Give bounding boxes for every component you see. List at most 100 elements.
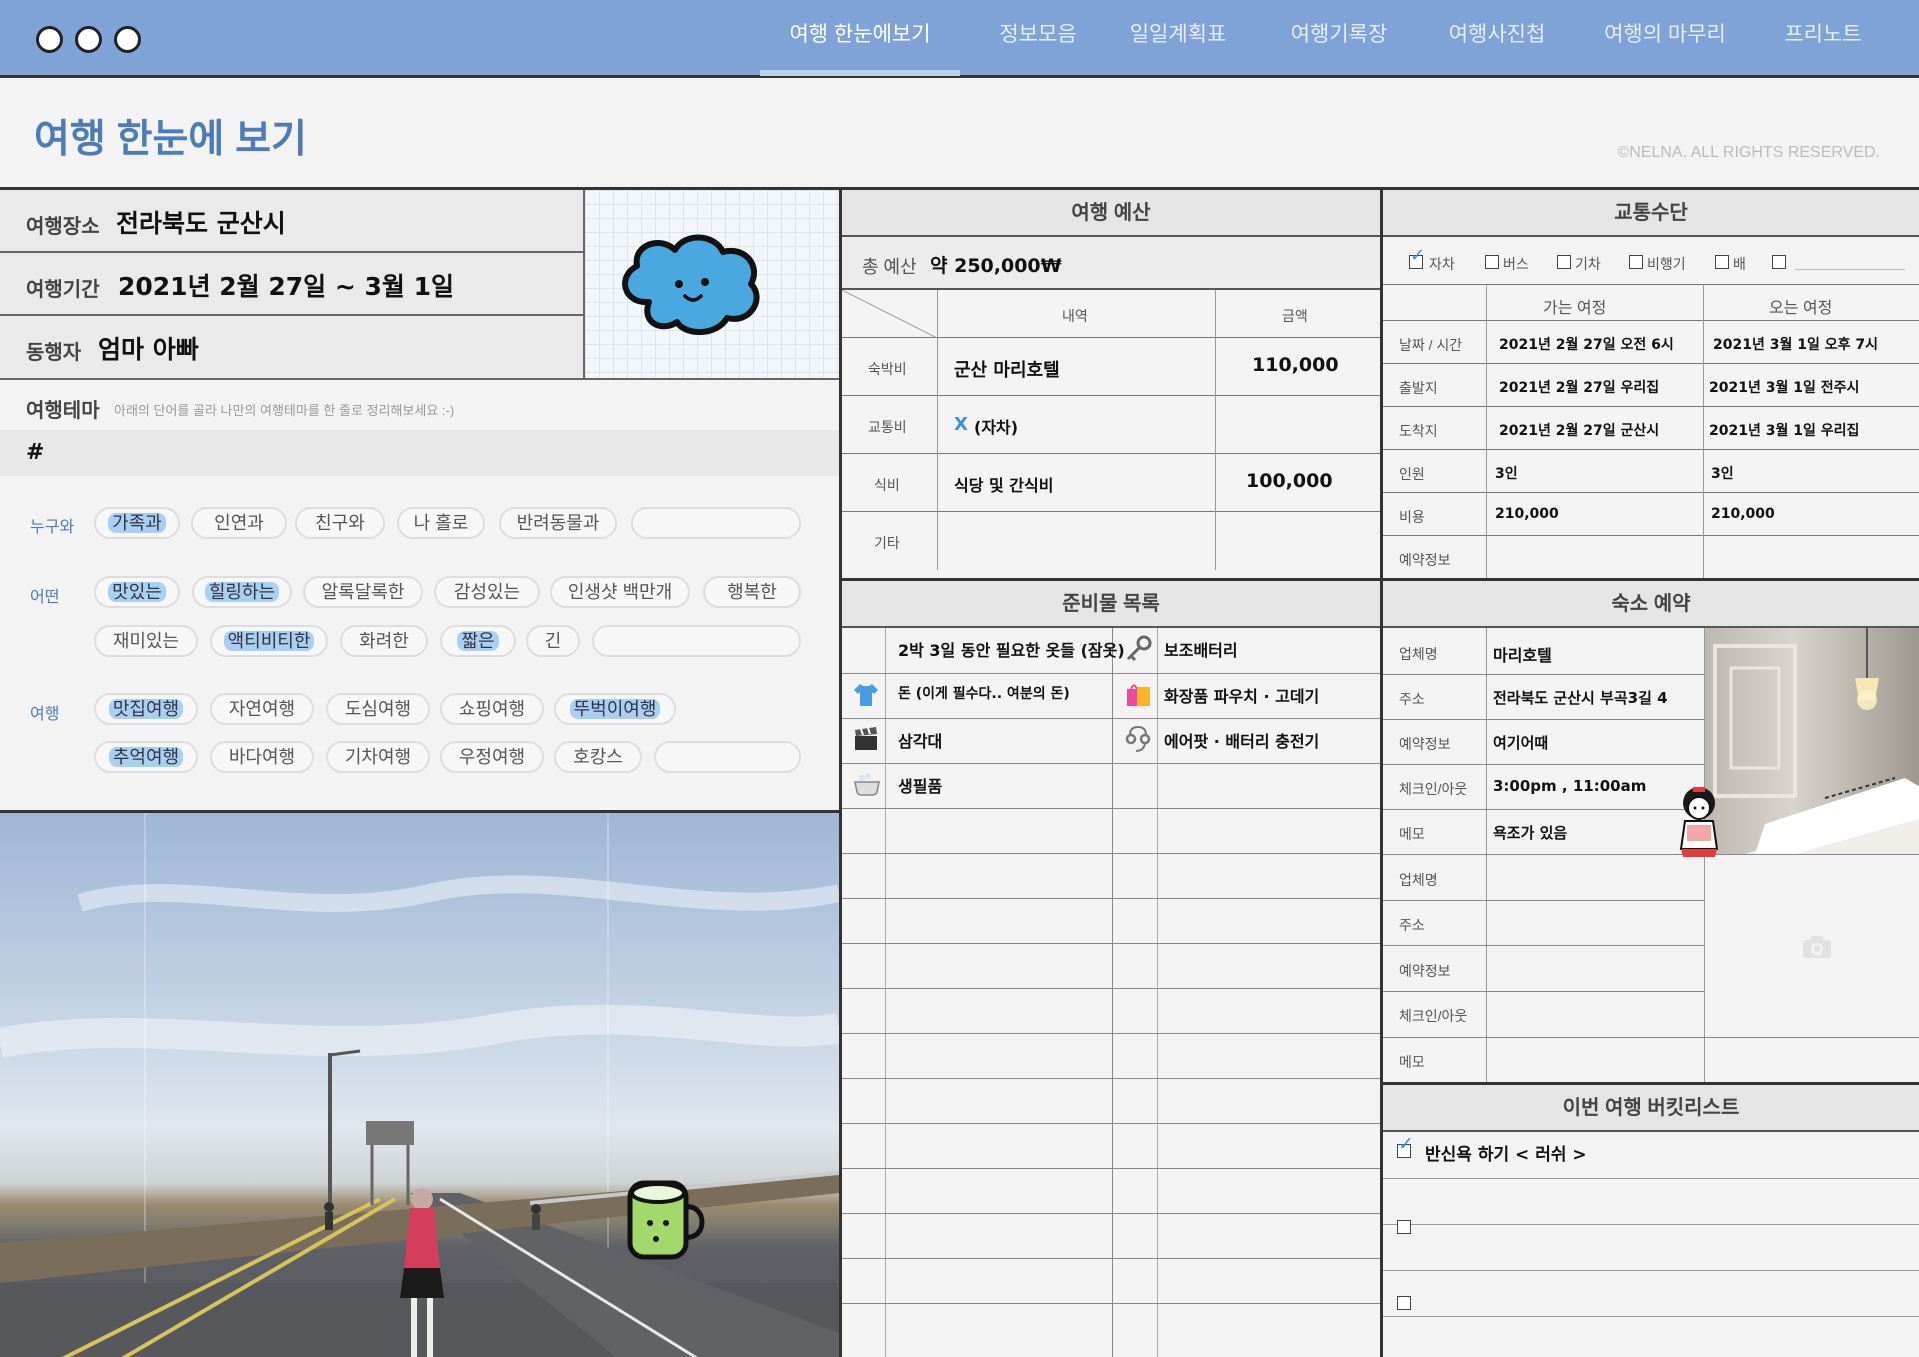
transport-row: 날짜 / 시간 2021년 2월 27일 오전 6시 2021년 3월 1일 오… — [1383, 321, 1919, 364]
transport-row-label: 인원 — [1399, 466, 1425, 482]
supply-item[interactable]: 생필품 — [898, 773, 942, 797]
budget-total-value[interactable]: 약 250,000₩ — [930, 251, 1062, 278]
transport-go-value[interactable]: 210,000 — [1495, 506, 1559, 522]
transport-return-value[interactable]: 2021년 3월 1일 우리집 — [1709, 420, 1859, 440]
other-input-line[interactable] — [1795, 269, 1905, 270]
chip[interactable]: 쇼핑여행 — [440, 693, 544, 725]
checkbox-train[interactable] — [1557, 255, 1571, 269]
period-label: 여행기간 — [26, 279, 100, 301]
chip-walking-trip[interactable]: 뚜벅이여행 — [554, 693, 676, 725]
chip[interactable]: 화려한 — [340, 625, 428, 657]
budget-row-item[interactable]: 식당 및 간식비 — [954, 472, 1053, 496]
window-control-3[interactable] — [114, 26, 141, 53]
bucket-item[interactable]: 반신욕 하기 < 러쉬 > — [1425, 1140, 1587, 1165]
chip-tasty[interactable]: 맛있는 — [94, 576, 180, 608]
budget-row-item[interactable]: 군산 마리호텔 — [954, 356, 1060, 382]
chip[interactable]: 알록달록한 — [303, 576, 423, 608]
transport-return-value[interactable]: 2021년 3월 1일 전주시 — [1709, 377, 1859, 397]
chip-blank[interactable] — [592, 625, 801, 657]
lodging-label: 주소 — [1399, 691, 1425, 707]
tab-free-note[interactable]: 프리노트 — [1768, 18, 1878, 48]
chip[interactable]: 우정여행 — [440, 741, 544, 773]
chip[interactable]: 긴 — [526, 625, 580, 657]
chip-healing[interactable]: 힐링하는 — [192, 576, 292, 608]
checkbox-other[interactable] — [1772, 255, 1786, 269]
budget-row-item[interactable]: (자차) — [974, 414, 1018, 438]
theme-summary-field[interactable]: # — [0, 430, 839, 476]
checkbox-plane[interactable] — [1629, 255, 1643, 269]
tab-wrap-up[interactable]: 여행의 마무리 — [1592, 18, 1738, 48]
chip[interactable]: 기차여행 — [326, 741, 430, 773]
transport-go-value[interactable]: 2021년 2월 27일 우리집 — [1499, 377, 1659, 397]
window-control-1[interactable] — [36, 26, 63, 53]
girl-sticker-icon — [1675, 783, 1725, 859]
chip[interactable]: 감성있는 — [434, 576, 540, 608]
companion-value[interactable]: 엄마 아빠 — [98, 330, 199, 366]
lodging-value[interactable]: 욕조가 있음 — [1493, 822, 1567, 843]
transport-return-value[interactable]: 2021년 3월 1일 오후 7시 — [1713, 334, 1878, 354]
lodging-value[interactable]: 3:00pm , 11:00am — [1493, 777, 1646, 795]
chip[interactable]: 나 홀로 — [397, 507, 485, 539]
transport-return-value[interactable]: 210,000 — [1711, 506, 1775, 522]
tab-info[interactable]: 정보모음 — [978, 18, 1098, 48]
place-value[interactable]: 전라북도 군산시 — [116, 204, 286, 240]
supply-item[interactable]: 삼각대 — [898, 728, 942, 752]
chip[interactable]: 친구와 — [295, 507, 385, 539]
bucket-checkbox[interactable] — [1397, 1220, 1411, 1234]
tab-photo-album[interactable]: 여행사진첩 — [1432, 18, 1562, 48]
budget-row-amount[interactable]: 100,000 — [1246, 470, 1333, 492]
budget-row: 기타 — [842, 512, 1380, 570]
chip[interactable]: 인연과 — [191, 507, 287, 539]
lodging-value[interactable]: 여기어때 — [1493, 732, 1548, 753]
transport-return-value[interactable]: 3인 — [1711, 463, 1734, 483]
chip[interactable]: 도심여행 — [326, 693, 430, 725]
tab-travel-journal[interactable]: 여행기록장 — [1274, 18, 1404, 48]
transport-go-value[interactable]: 2021년 2월 27일 군산시 — [1499, 420, 1659, 440]
supply-item[interactable]: 보조배터리 — [1164, 637, 1238, 661]
chip-blank[interactable] — [654, 741, 801, 773]
chip[interactable]: 재미있는 — [94, 625, 198, 657]
companion-label: 동행자 — [26, 342, 82, 364]
chip[interactable]: 자연여행 — [210, 693, 314, 725]
theme-label: 여행테마 — [26, 400, 100, 422]
budget-panel: 여행 예산 총 예산 약 250,000₩ 내역 금액 숙박비 군산 마리호텔 … — [839, 190, 1380, 580]
supply-item[interactable]: 돈 (이게 필수다.. 여분의 돈) — [898, 683, 1070, 703]
checkbox-bus[interactable] — [1485, 255, 1499, 269]
budget-header-row: 내역 금액 — [842, 290, 1380, 338]
chip-memory-trip[interactable]: 추억여행 — [94, 741, 198, 773]
option-label: 배 — [1733, 256, 1746, 272]
transport-go-value[interactable]: 2021년 2월 27일 오전 6시 — [1499, 334, 1674, 354]
transport-row-label: 출발지 — [1399, 380, 1438, 396]
lodging-label: 예약정보 — [1399, 736, 1451, 752]
chip[interactable]: 반려동물과 — [499, 507, 617, 539]
tab-overview[interactable]: 여행 한눈에보기 — [770, 18, 950, 48]
chip[interactable]: 바다여행 — [210, 741, 314, 773]
bucket-checkbox[interactable] — [1397, 1296, 1411, 1310]
supply-item[interactable]: 2박 3일 동안 필요한 옷들 (잠옷) — [898, 637, 1125, 661]
checkbox-ship[interactable] — [1715, 255, 1729, 269]
budget-row-amount[interactable]: 110,000 — [1252, 354, 1339, 376]
budget-total-label: 총 예산 — [862, 257, 917, 277]
trip-photo — [0, 810, 839, 1357]
lodging-value[interactable]: 전라북도 군산시 부곡3길 4 — [1493, 687, 1668, 708]
chip-food-trip[interactable]: 맛집여행 — [94, 693, 198, 725]
chip-blank[interactable] — [631, 507, 801, 539]
tab-daily-plan[interactable]: 일일계획표 — [1118, 18, 1238, 48]
chip-category-who: 누구와 — [30, 519, 75, 536]
chip[interactable]: 호캉스 — [554, 741, 642, 773]
transport-go-value[interactable]: 3인 — [1495, 463, 1518, 483]
chip[interactable]: 인생샷 백만개 — [550, 576, 690, 608]
chip-activity[interactable]: 액티비티한 — [210, 625, 328, 657]
supply-item[interactable]: 화장품 파우치 · 고데기 — [1164, 683, 1319, 707]
supply-item[interactable]: 에어팟 · 배터리 충전기 — [1164, 728, 1319, 752]
window-control-2[interactable] — [75, 26, 102, 53]
chip-short[interactable]: 짧은 — [440, 625, 516, 657]
shirt-icon — [852, 680, 880, 712]
camera-icon[interactable] — [1801, 934, 1833, 964]
lodging-label: 업체명 — [1399, 872, 1438, 888]
chip[interactable]: 행복한 — [703, 576, 801, 608]
lodging-value[interactable]: 마리호텔 — [1493, 642, 1552, 666]
place-label: 여행장소 — [26, 216, 100, 238]
period-value[interactable]: 2021년 2월 27일 ~ 3월 1일 — [118, 267, 454, 303]
chip-family[interactable]: 가족과 — [94, 507, 180, 539]
